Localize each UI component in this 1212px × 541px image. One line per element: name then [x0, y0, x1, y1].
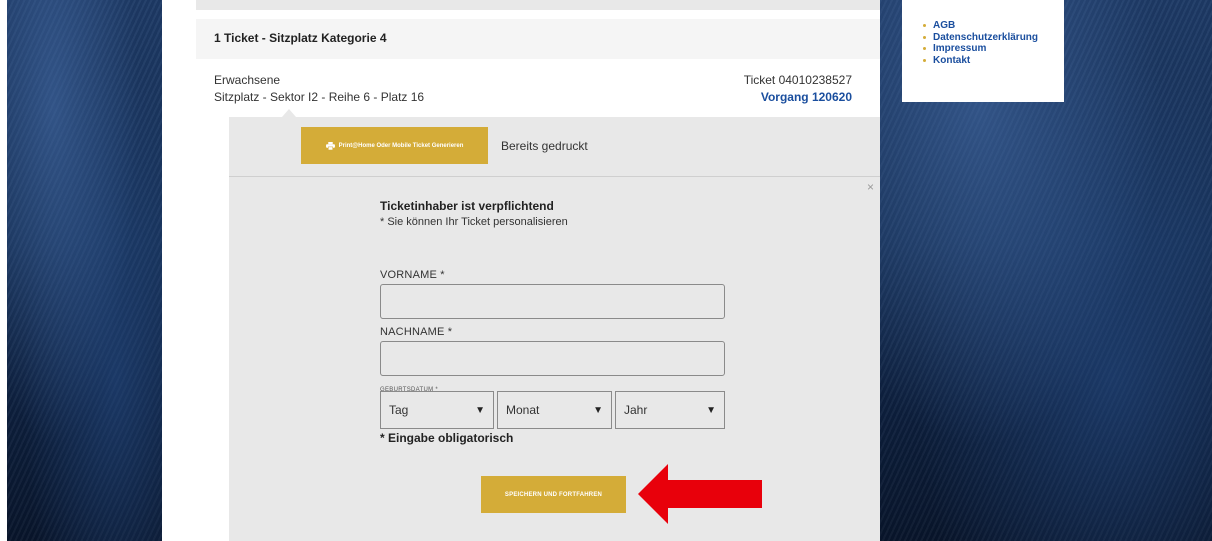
month-select[interactable]: Monat ▼: [497, 391, 612, 429]
panel-divider: [229, 176, 880, 177]
year-select[interactable]: Jahr ▼: [615, 391, 725, 429]
form-subtitle: * Sie können Ihr Ticket personalisieren: [380, 216, 568, 228]
print-at-home-button[interactable]: Print@Home Oder Mobile Ticket Generieren: [301, 127, 488, 164]
menu-link-agb[interactable]: AGB: [933, 20, 955, 31]
year-select-value: Jahr: [624, 403, 648, 417]
bullet-icon: [923, 35, 926, 39]
close-icon[interactable]: ×: [867, 180, 874, 194]
vorname-input[interactable]: [380, 284, 725, 319]
month-select-value: Monat: [506, 403, 540, 417]
ticket-type: Erwachsene: [214, 73, 281, 87]
panel-pointer: [282, 109, 296, 117]
personalization-panel: Print@Home Oder Mobile Ticket Generieren…: [229, 117, 880, 541]
menu-link-datenschutz[interactable]: Datenschutzerklärung: [933, 32, 1038, 43]
tab-already-printed[interactable]: Bereits gedruckt: [501, 139, 588, 153]
ticket-header: 1 Ticket - Sitzplatz Kategorie 4: [196, 19, 880, 59]
printer-icon: [325, 141, 335, 150]
menu-item-impressum[interactable]: Impressum: [923, 43, 1038, 54]
menu-link-kontakt[interactable]: Kontakt: [933, 55, 970, 66]
ticket-header-title: 1 Ticket - Sitzplatz Kategorie 4: [214, 31, 387, 45]
menu-item-agb[interactable]: AGB: [923, 20, 1038, 31]
arrow-left-icon: [638, 464, 762, 524]
form-title: Ticketinhaber ist verpflichtend: [380, 199, 554, 213]
nachname-input[interactable]: [380, 341, 725, 376]
top-divider: [196, 0, 880, 10]
seat-info: Sitzplatz - Sektor I2 - Reihe 6 - Platz …: [214, 90, 425, 104]
caret-down-icon: ▼: [593, 404, 603, 416]
vorgang-link[interactable]: Vorgang 120620: [761, 90, 852, 104]
footer-menu-list: AGB Datenschutzerklärung Impressum Konta…: [923, 20, 1038, 66]
ticket-card: 1 Ticket - Sitzplatz Kategorie 4 Erwachs…: [196, 0, 880, 541]
print-at-home-label: Print@Home Oder Mobile Ticket Generieren: [338, 142, 464, 149]
menu-link-impressum[interactable]: Impressum: [933, 43, 986, 54]
nachname-label: NACHNAME *: [380, 326, 453, 338]
required-note: * Eingabe obligatorisch: [380, 431, 514, 445]
ticket-number: Ticket 04010238527: [743, 73, 852, 87]
menu-item-datenschutz[interactable]: Datenschutzerklärung: [923, 32, 1038, 43]
bullet-icon: [923, 24, 926, 27]
vorname-label: VORNAME *: [380, 269, 445, 281]
footer-menu: AGB Datenschutzerklärung Impressum Konta…: [902, 0, 1064, 102]
background-left: [7, 0, 162, 541]
day-select-value: Tag: [389, 403, 409, 417]
save-and-continue-button[interactable]: SPEICHERN UND FORTFAHREN: [481, 476, 626, 513]
caret-down-icon: ▼: [706, 404, 716, 416]
day-select[interactable]: Tag ▼: [380, 391, 494, 429]
menu-item-kontakt[interactable]: Kontakt: [923, 55, 1038, 66]
bullet-icon: [923, 47, 926, 50]
bullet-icon: [923, 58, 926, 62]
caret-down-icon: ▼: [475, 404, 485, 416]
